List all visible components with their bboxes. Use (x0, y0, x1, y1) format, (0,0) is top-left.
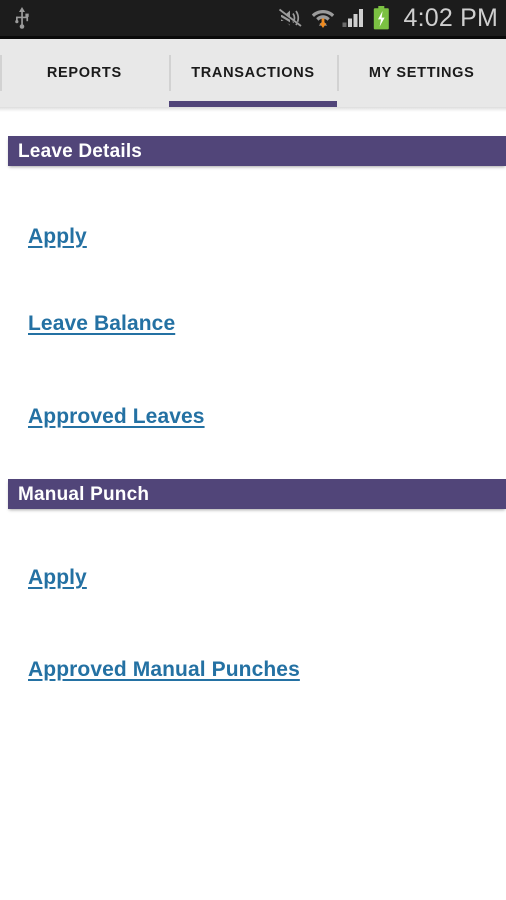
status-bar-clock: 4:02 PM (403, 3, 498, 32)
ringer-muted-icon (278, 8, 304, 31)
tab-transactions[interactable]: TRANSACTIONS (168, 39, 338, 107)
battery-charging-icon (373, 6, 390, 30)
section-title-manual-punch: Manual Punch (18, 483, 150, 505)
transactions-content: Leave Details Apply Leave Balance Approv… (0, 112, 506, 682)
tab-my-settings-indicator (337, 101, 506, 107)
usb-icon (14, 7, 30, 29)
leave-details-link-list: Apply Leave Balance Approved Leaves (0, 166, 506, 479)
tab-reports[interactable]: REPORTS (0, 39, 169, 107)
link-manual-punch-apply[interactable]: Apply (28, 566, 87, 590)
manual-punch-link-list: Apply Approved Manual Punches (0, 509, 506, 681)
link-approved-leaves[interactable]: Approved Leaves (28, 405, 205, 429)
status-bar-right-icons: 4:02 PM (278, 4, 498, 33)
section-header-leave-details: Leave Details (8, 136, 506, 166)
status-bar-left-icons (14, 7, 30, 29)
tab-reports-indicator (0, 101, 169, 107)
link-leave-balance[interactable]: Leave Balance (28, 312, 175, 336)
tab-my-settings-label: MY SETTINGS (368, 65, 475, 81)
section-title-leave-details: Leave Details (18, 140, 143, 162)
link-leave-apply[interactable]: Apply (28, 225, 87, 249)
link-row: Apply (0, 566, 506, 590)
link-row: Approved Leaves (0, 405, 506, 429)
tab-my-settings[interactable]: MY SETTINGS (337, 39, 506, 107)
link-row: Approved Manual Punches (0, 658, 506, 682)
link-approved-manual-punches[interactable]: Approved Manual Punches (28, 658, 300, 682)
wifi-download-icon (311, 7, 335, 29)
section-header-manual-punch: Manual Punch (8, 479, 506, 510)
link-row: Apply (0, 225, 506, 249)
status-bar: 4:02 PM (0, 0, 506, 36)
tab-reports-label: REPORTS (46, 65, 122, 81)
cellular-signal-icon (342, 8, 366, 28)
link-row: Leave Balance (0, 312, 506, 336)
tab-bar: REPORTS TRANSACTIONS MY SETTINGS (0, 39, 506, 107)
tab-transactions-indicator (168, 101, 338, 107)
tab-transactions-label: TRANSACTIONS (191, 65, 315, 81)
